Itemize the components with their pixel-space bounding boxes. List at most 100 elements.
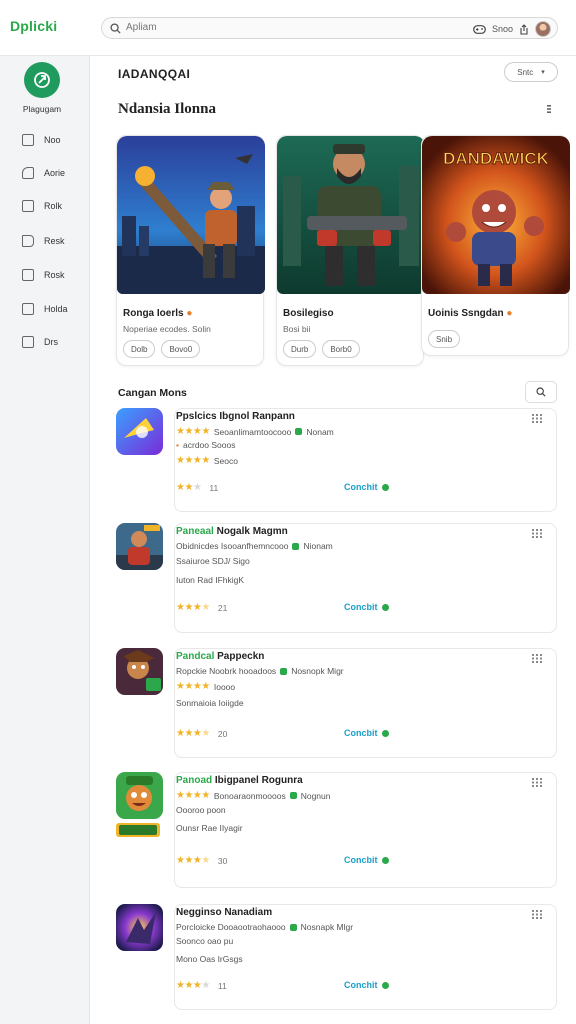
sidebar-item-rosk[interactable]: Rosk — [22, 265, 65, 285]
more-grid-icon[interactable] — [532, 654, 542, 663]
star-rating-icon: ★★★★ — [176, 455, 210, 466]
contact-button[interactable]: Conchit — [344, 980, 389, 990]
edit-icon — [22, 303, 34, 315]
search-icon — [536, 387, 546, 397]
status-dot-icon — [381, 856, 389, 864]
more-vertical-icon[interactable] — [546, 104, 552, 114]
card-chip[interactable]: Bovo0 — [161, 340, 201, 358]
star-rating-icon: ★★★ — [176, 482, 202, 493]
app-logo[interactable]: Dplicki — [10, 18, 57, 34]
search-right-label[interactable]: Snoo — [492, 24, 513, 34]
more-grid-icon[interactable] — [532, 778, 542, 787]
contact-button[interactable]: Concbit — [344, 602, 389, 612]
book-icon — [22, 235, 34, 247]
game-meta-line: ★★★★ Bonoaraonmoooos Nognun — [176, 790, 331, 801]
verified-icon — [295, 428, 303, 435]
document-icon — [22, 200, 34, 212]
card-subtitle: Noperiae ecodes. Solin — [123, 324, 211, 334]
contact-button[interactable]: Conchit — [344, 482, 389, 492]
verified-icon — [292, 542, 300, 550]
user-avatar[interactable] — [535, 21, 551, 37]
game-meta-line: Ounsr Rae IIyagir — [176, 823, 243, 833]
sidebar-item-rolk[interactable]: Rolk — [22, 196, 62, 216]
sidebar-item-label: Noo — [44, 135, 61, 145]
gamepad-icon[interactable] — [473, 24, 486, 34]
verified-icon — [289, 923, 297, 931]
game-title: Ppslcics Ibgnol Ranpann — [176, 411, 295, 422]
sidebar-item-label: Aorie — [44, 168, 66, 178]
grid-icon — [22, 134, 34, 146]
star-rating-icon: ★★★★ — [176, 728, 210, 739]
sidebar-item-label: Rosk — [44, 270, 65, 280]
featured-card-2[interactable]: Bosilegiso Bosi bii Durb Borb0 — [276, 135, 425, 366]
sidebar-item-label: Resk — [44, 236, 65, 246]
sidebar: Plagugam Noo Aorie Rolk Resk Rosk Holda … — [0, 56, 90, 1024]
sidebar-item-aorie[interactable]: Aorie — [22, 163, 65, 183]
game-icon — [116, 648, 163, 695]
share-icon[interactable] — [519, 23, 529, 35]
pill-label: Sntc — [517, 67, 534, 77]
game-icon — [116, 523, 163, 570]
star-rating-icon: ★★★★ — [176, 681, 210, 692]
list-search-button[interactable] — [525, 381, 557, 403]
top-bar: Dplicki Apliam Snoo — [0, 0, 576, 56]
profile-label: Plagugam — [22, 104, 62, 114]
featured-card-1[interactable]: Ronga Ioerls ● Noperiae ecodes. Solin Do… — [116, 135, 265, 366]
search-placeholder: Apliam — [126, 22, 157, 33]
sidebar-item-label: Holda — [44, 304, 68, 314]
sidebar-item-resk[interactable]: Resk — [22, 231, 65, 251]
star-rating-icon: ★★★★ — [176, 426, 210, 437]
game-meta-line: ★★★★ Seoanlimamtoocooo Nonam — [176, 426, 334, 437]
list-title: Cangan Mons — [118, 387, 187, 399]
list-item[interactable]: Pandcal Pappeckn Ropckie Noobrk hooadoos… — [114, 648, 557, 758]
card-artwork — [277, 136, 425, 294]
card-chip[interactable]: Borb0 — [322, 340, 360, 358]
sort-pill-button[interactable]: Sntc ▾ — [504, 62, 558, 82]
status-dot-icon — [381, 483, 389, 491]
game-meta-line: ▪ acrdoo Sooos — [176, 440, 236, 450]
rating-row: ★★★★ 30 — [176, 855, 228, 866]
contact-button[interactable]: Concbit — [344, 855, 389, 865]
game-meta-line: Oooroo poon — [176, 805, 226, 815]
image-icon — [22, 269, 34, 281]
sidebar-item-label: Rolk — [44, 201, 63, 211]
box-icon — [22, 336, 34, 348]
status-dot-icon — [381, 729, 389, 737]
search-bar[interactable]: Apliam Snoo — [101, 17, 558, 39]
contact-button[interactable]: Concbit — [344, 728, 389, 738]
card-chip[interactable]: Snib — [428, 330, 461, 348]
sidebar-item-drs[interactable]: Drs — [22, 332, 58, 352]
game-logo-badge — [116, 823, 160, 837]
more-grid-icon[interactable] — [532, 910, 542, 919]
page-title: IADANQQAI — [118, 67, 191, 81]
list-item[interactable]: Paneaal Nogalk Magmn Obidnicdes Isooanfh… — [114, 523, 557, 633]
game-meta-line: ★★★★ Seoco — [176, 455, 238, 466]
profile-avatar[interactable] — [24, 62, 60, 98]
card-artwork: DANDAWICK — [422, 136, 570, 294]
game-meta-line: Soonco oao pu — [176, 936, 234, 946]
card-subtitle: Bosi bii — [283, 324, 311, 334]
game-meta-line: ★★★★ Ioooo — [176, 681, 236, 692]
card-title: Ronga Ioerls ● — [123, 308, 193, 319]
game-meta-line: Iuton Rad IFhkigK — [176, 575, 245, 585]
list-item[interactable]: Negginso Nanadiam Porcloicke Dooaootraoh… — [114, 904, 557, 1010]
card-chip[interactable]: Durb — [283, 340, 317, 358]
more-grid-icon[interactable] — [532, 414, 542, 423]
card-title: Bosilegiso — [283, 308, 334, 319]
game-title: Paneaal Nogalk Magmn — [176, 526, 288, 537]
list-item[interactable]: Panoad Ibigpanel Rogunra ★★★★ Bonoaraonmo… — [114, 772, 557, 888]
verified-icon — [280, 667, 288, 675]
flame-icon: ● — [506, 308, 513, 319]
gift-icon: ▪ — [176, 440, 180, 450]
list-item[interactable]: Ppslcics Ibgnol Ranpann ★★★★ Seoanlimamto… — [114, 408, 557, 512]
status-dot-icon — [381, 981, 389, 989]
star-rating-icon: ★★★★ — [176, 980, 210, 991]
chevron-down-icon: ▾ — [541, 69, 545, 76]
game-meta-line: Porcloicke Dooaootraohaooo Nosnapk Mlgr — [176, 922, 354, 932]
sidebar-item-holda[interactable]: Holda — [22, 299, 68, 319]
shapes-icon — [22, 167, 34, 179]
featured-card-3[interactable]: DANDAWICK Uoinis Ssngdan ● Snib — [421, 135, 570, 356]
card-chip[interactable]: Dolb — [123, 340, 156, 358]
sidebar-item-noo[interactable]: Noo — [22, 130, 61, 150]
more-grid-icon[interactable] — [532, 529, 542, 538]
